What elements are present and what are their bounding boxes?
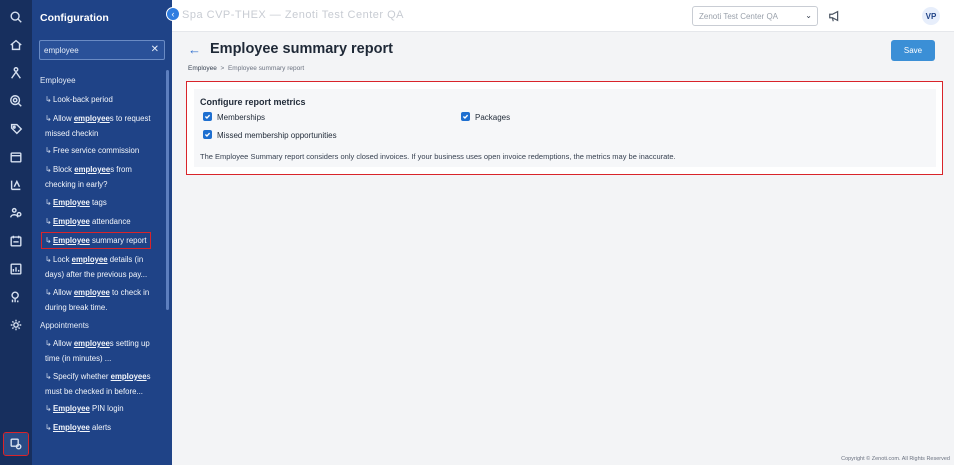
missed-membership-checkbox[interactable] [203, 130, 212, 139]
memberships-checkbox[interactable] [203, 112, 212, 121]
schedule-icon[interactable] [0, 230, 32, 252]
check-icon [204, 114, 211, 120]
calendar-icon[interactable] [0, 146, 32, 168]
config-item-checked-in-before[interactable]: ↳Specify whether employees must be check… [45, 369, 161, 399]
config-item-employee-pin-login[interactable]: ↳Employee PIN login [45, 401, 161, 416]
breadcrumb-parent[interactable]: Employee [188, 65, 217, 72]
sub-arrow-icon: ↳ [45, 114, 52, 123]
sub-arrow-icon: ↳ [45, 236, 52, 245]
sub-arrow-icon: ↳ [45, 372, 52, 381]
search-icon[interactable] [0, 6, 32, 28]
config-item-label: Free service commission [53, 146, 140, 155]
config-item-label: Allow employee to check in during break … [45, 288, 150, 312]
catalog-icon[interactable] [0, 174, 32, 196]
config-item-label: Employee alerts [53, 423, 112, 432]
top-bar: Spa CVP-THEX — Zenoti Test Center QA Zen… [172, 0, 954, 32]
breadcrumb: Employee > Employee summary report [188, 65, 304, 72]
report-note: The Employee Summary report considers on… [200, 152, 676, 161]
avatar[interactable]: VP [922, 7, 940, 25]
breadcrumb-separator: > [220, 65, 225, 72]
page-title: Employee summary report [210, 41, 393, 57]
config-search[interactable]: ✕ [39, 40, 165, 60]
card-title: Configure report metrics [200, 97, 306, 107]
sub-arrow-icon: ↳ [45, 165, 52, 174]
sub-arrow-icon: ↳ [45, 404, 52, 413]
sub-arrow-icon: ↳ [45, 423, 52, 432]
config-item-label: Block employees from checking in early? [45, 165, 132, 189]
center-select[interactable]: Zenoti Test Center QA ⌄ [692, 6, 818, 26]
chevron-down-icon: ⌄ [805, 11, 812, 20]
panel-scrollbar[interactable] [166, 70, 169, 310]
config-item-employee-attendance[interactable]: ↳Employee attendance [45, 214, 161, 229]
config-item-employee-summary-report[interactable]: ↳Employee summary report [41, 232, 151, 249]
chevron-left-icon: ‹ [171, 9, 175, 19]
config-item-label: Employee attendance [53, 217, 131, 226]
check-icon [204, 132, 211, 138]
marketing-icon[interactable] [0, 90, 32, 112]
config-item-label: Employee summary report [53, 236, 147, 245]
sub-arrow-icon: ↳ [45, 288, 52, 297]
app-title: Spa CVP-THEX — Zenoti Test Center QA [182, 9, 404, 21]
reports-icon[interactable] [0, 258, 32, 280]
config-item-label: Allow employees to request missed checki… [45, 114, 151, 138]
sub-arrow-icon: ↳ [45, 146, 52, 155]
packages-checkbox[interactable] [461, 112, 470, 121]
config-item-free-service-commission[interactable]: ↳Free service commission [45, 143, 161, 158]
config-item-setup-time[interactable]: ↳Allow employees setting up time (in min… [45, 336, 161, 366]
sub-arrow-icon: ↳ [45, 95, 52, 104]
config-item-request-missed-checkin[interactable]: ↳Allow employees to request missed check… [45, 111, 161, 141]
config-item-look-back-period[interactable]: ↳Look-back period [45, 92, 161, 107]
config-item-block-early-checkin[interactable]: ↳Block employees from checking in early? [45, 162, 161, 192]
breadcrumb-current: Employee summary report [227, 65, 305, 72]
config-item-label: Employee PIN login [53, 404, 124, 413]
config-item-label: Look-back period [53, 95, 113, 104]
megaphone-icon[interactable] [828, 9, 842, 23]
section-appointments: Appointments [40, 321, 89, 330]
panel-title: Configuration [40, 12, 109, 24]
memberships-label: Memberships [217, 113, 266, 122]
icon-rail [0, 0, 32, 465]
config-item-label: Specify whether employees must be checke… [45, 372, 151, 396]
copyright: Copyright © Zenoti.com. All Rights Reser… [841, 456, 950, 462]
section-employee: Employee [40, 76, 76, 85]
save-button[interactable]: Save [891, 40, 935, 61]
sub-arrow-icon: ↳ [45, 217, 52, 226]
config-item-employee-tags[interactable]: ↳Employee tags [45, 195, 161, 210]
settings-gear-icon[interactable] [0, 314, 32, 336]
sub-arrow-icon: ↳ [45, 198, 52, 207]
analytics-icon[interactable] [0, 286, 32, 308]
back-arrow-icon[interactable]: ← [188, 42, 201, 57]
config-item-label: Allow employees setting up time (in minu… [45, 339, 150, 363]
config-item-employee-alerts[interactable]: ↳Employee alerts [45, 420, 161, 435]
home-icon[interactable] [0, 34, 32, 56]
clear-icon[interactable]: ✕ [151, 44, 159, 55]
employee-icon[interactable] [0, 202, 32, 224]
config-icon[interactable] [3, 432, 29, 456]
config-item-checkin-during-break[interactable]: ↳Allow employee to check in during break… [45, 285, 161, 315]
config-item-label: Lock employee details (in days) after th… [45, 255, 148, 279]
tag-icon[interactable] [0, 118, 32, 140]
config-item-lock-employee-details[interactable]: ↳Lock employee details (in days) after t… [45, 252, 161, 282]
config-search-input[interactable] [44, 45, 144, 55]
missed-membership-label: Missed membership opportunities [217, 131, 337, 140]
sub-arrow-icon: ↳ [45, 339, 52, 348]
collapse-panel-button[interactable]: ‹ [166, 7, 180, 21]
config-item-label: Employee tags [53, 198, 107, 207]
center-select-value: Zenoti Test Center QA [699, 12, 778, 21]
check-icon [462, 114, 469, 120]
packages-label: Packages [475, 113, 511, 122]
sub-arrow-icon: ↳ [45, 255, 52, 264]
people-icon[interactable] [0, 62, 32, 84]
configuration-panel: Configuration ✕ Employee ↳Look-back peri… [32, 0, 172, 465]
